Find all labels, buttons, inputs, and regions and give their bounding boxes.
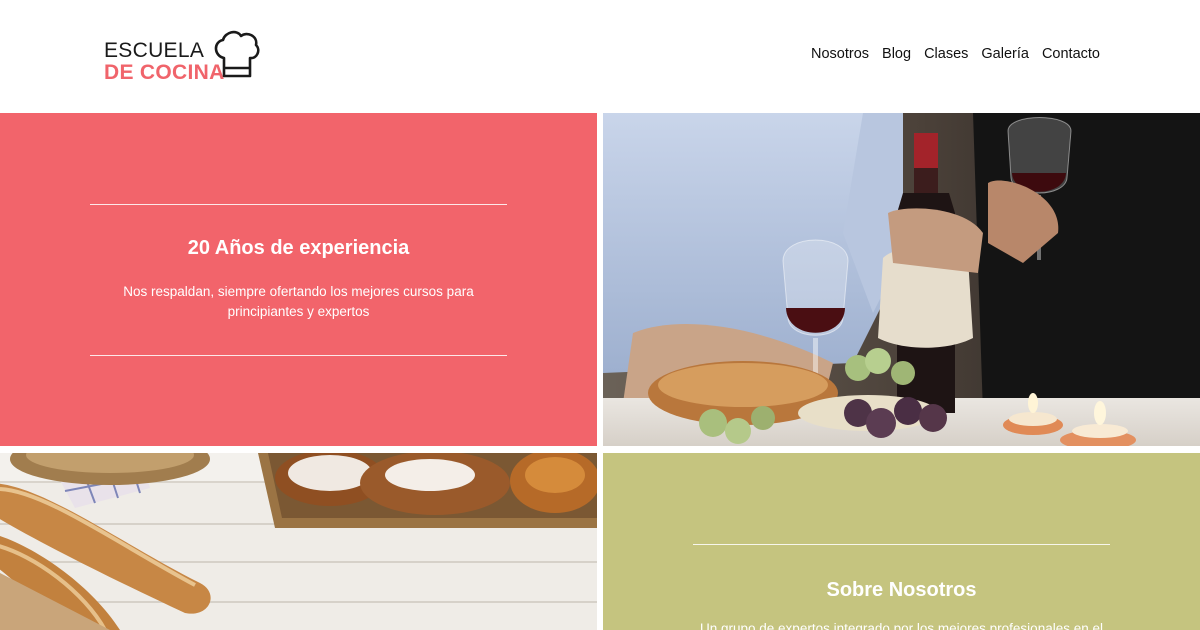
divider-top bbox=[90, 204, 507, 205]
about-title: Sobre Nosotros bbox=[826, 579, 977, 601]
nav-link-clases[interactable]: Clases bbox=[924, 46, 968, 62]
about-tile: Sobre Nosotros Un grupo de expertos inte… bbox=[603, 453, 1200, 630]
nav-link-blog[interactable]: Blog bbox=[882, 46, 911, 62]
experience-tile: 20 Años de experiencia Nos respaldan, si… bbox=[0, 113, 597, 446]
nav-link-contacto[interactable]: Contacto bbox=[1042, 46, 1100, 62]
wine-photo bbox=[603, 113, 1200, 446]
logo[interactable]: ESCUELA DE COCINA bbox=[104, 28, 264, 84]
wine-tasting-image bbox=[603, 113, 1200, 446]
main-nav: Nosotros Blog Clases Galería Contacto bbox=[811, 46, 1100, 62]
nav-link-galeria[interactable]: Galería bbox=[981, 46, 1029, 62]
site-header: ESCUELA DE COCINA Nosotros Blog Clases G… bbox=[0, 0, 1200, 113]
experience-title: 20 Años de experiencia bbox=[187, 237, 410, 259]
bread-photo bbox=[0, 453, 597, 630]
about-text: Un grupo de expertos integrado por los m… bbox=[700, 621, 1103, 630]
nav-link-nosotros[interactable]: Nosotros bbox=[811, 46, 869, 62]
divider-top bbox=[693, 544, 1110, 545]
chef-hat-icon bbox=[214, 30, 260, 78]
bread-on-table-image bbox=[0, 453, 597, 630]
logo-text-line2: DE COCINA bbox=[104, 61, 225, 84]
experience-text: Nos respaldan, siempre ofertando los mej… bbox=[123, 284, 474, 319]
logo-text-line1: ESCUELA bbox=[104, 39, 205, 62]
divider-bottom bbox=[90, 355, 507, 356]
